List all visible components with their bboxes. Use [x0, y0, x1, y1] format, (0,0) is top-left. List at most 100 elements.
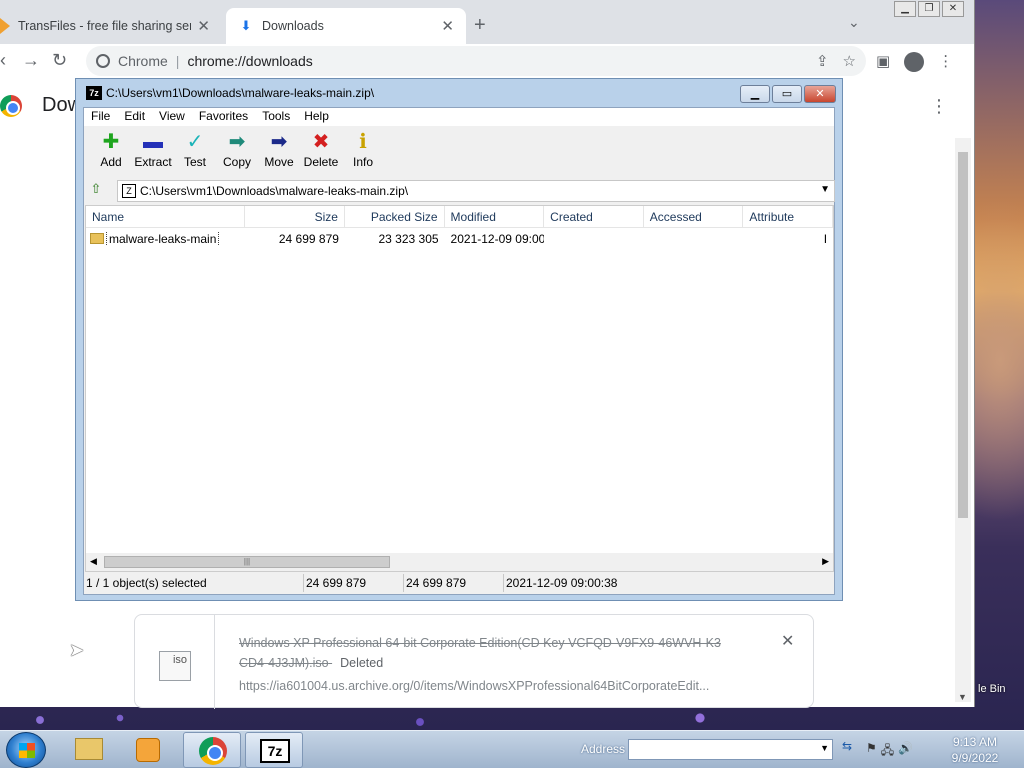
- volume-icon[interactable]: 🔊: [898, 741, 913, 762]
- dropdown-arrow-icon[interactable]: ▼: [820, 184, 830, 195]
- taskbar-7zip-button[interactable]: 7z: [245, 732, 303, 768]
- up-folder-icon[interactable]: ⇧: [87, 181, 105, 199]
- dropdown-arrow-icon[interactable]: ▼: [820, 743, 829, 753]
- tab-label: TransFiles - free file sharing servi: [18, 19, 192, 33]
- column-created[interactable]: Created: [544, 206, 644, 227]
- taskbar-chrome-button[interactable]: [183, 732, 241, 768]
- star-icon[interactable]: ☆: [843, 52, 856, 70]
- taskbar-explorer-button[interactable]: [60, 732, 118, 768]
- scroll-left-arrow-icon[interactable]: ◀: [90, 556, 97, 567]
- chevron-down-icon[interactable]: ⌄: [848, 14, 860, 31]
- menu-kebab-icon[interactable]: ⋮: [938, 52, 953, 72]
- minimize-button[interactable]: ▁: [740, 85, 770, 103]
- table-row[interactable]: malware-leaks-main 24 699 879 23 323 305…: [86, 228, 833, 250]
- page-scrollbar[interactable]: ▼: [955, 138, 971, 702]
- chrome-icon: [199, 737, 227, 765]
- close-button[interactable]: ✕: [804, 85, 836, 103]
- copy-button[interactable]: ➡ Copy: [216, 129, 258, 169]
- sevenzip-titlebar[interactable]: 7z C:\Users\vm1\Downloads\malware-leaks-…: [76, 79, 842, 107]
- column-attributes[interactable]: Attribute: [743, 206, 834, 227]
- info-label: Info: [352, 155, 373, 169]
- horizontal-scrollbar[interactable]: ◀ ||| ▶: [86, 553, 833, 571]
- menu-favorites[interactable]: Favorites: [192, 108, 255, 126]
- column-name[interactable]: Name: [86, 206, 246, 227]
- info-icon: ℹ: [359, 131, 367, 153]
- menu-file[interactable]: File: [84, 108, 117, 126]
- downloads-menu-icon[interactable]: ⋮: [930, 96, 948, 117]
- column-modified[interactable]: Modified: [445, 206, 545, 227]
- address-toolbar-label: Address: [581, 742, 626, 756]
- taskbar-media-player-button[interactable]: [120, 732, 178, 768]
- row-attributes: I: [823, 232, 828, 246]
- move-button[interactable]: ➡ Move: [258, 129, 300, 169]
- copy-arrow-icon: ➡: [228, 131, 246, 153]
- sevenzip-app-icon: 7z: [86, 86, 102, 100]
- close-button[interactable]: ✕: [942, 1, 964, 17]
- chrome-site-icon: [96, 54, 110, 68]
- menu-help[interactable]: Help: [297, 108, 336, 126]
- delete-button[interactable]: ✖ Delete: [300, 129, 342, 169]
- add-button[interactable]: ✚ Add: [90, 129, 132, 169]
- folder-icon: [90, 233, 104, 244]
- system-tray: ⚑ 🖧 🔊: [866, 741, 913, 762]
- tab-label: Downloads: [262, 19, 324, 33]
- recycle-bin-label[interactable]: le Bin: [978, 683, 1006, 695]
- scrollbar-thumb[interactable]: [958, 152, 968, 518]
- x-icon: ✖: [312, 131, 330, 153]
- folder-icon: [75, 738, 103, 760]
- status-packed: 24 699 879: [404, 574, 504, 592]
- path-combobox[interactable]: Z C:\Users\vm1\Downloads\malware-leaks-m…: [117, 180, 835, 202]
- column-size[interactable]: Size: [245, 206, 345, 227]
- menu-bar: File Edit View Favorites Tools Help: [84, 108, 834, 126]
- plus-icon: ✚: [102, 131, 120, 153]
- info-button[interactable]: ℹ Info: [342, 129, 384, 169]
- move-arrow-icon: ➡: [270, 131, 288, 153]
- menu-edit[interactable]: Edit: [117, 108, 152, 126]
- maximize-button[interactable]: ▭: [772, 85, 802, 103]
- back-button[interactable]: ‹: [0, 50, 6, 71]
- download-file-iconbox: iso: [135, 615, 215, 709]
- share-icon[interactable]: ⇪: [816, 52, 829, 70]
- test-button[interactable]: ✓ Test: [174, 129, 216, 169]
- menu-view[interactable]: View: [152, 108, 192, 126]
- address-toolbar-input[interactable]: ▼: [628, 739, 833, 760]
- scrollbar-thumb[interactable]: |||: [104, 556, 390, 568]
- forward-button[interactable]: →: [22, 50, 40, 71]
- row-name-cell: malware-leaks-main: [86, 232, 245, 246]
- column-packed-size[interactable]: Packed Size: [345, 206, 445, 227]
- row-packed: 23 323 305: [378, 232, 439, 246]
- scroll-down-arrow-icon[interactable]: ▼: [958, 692, 967, 702]
- new-tab-button[interactable]: +: [474, 14, 486, 37]
- profile-avatar-icon[interactable]: [904, 52, 925, 72]
- minimize-button[interactable]: ▁: [894, 1, 916, 17]
- sevenzip-window: 7z C:\Users\vm1\Downloads\malware-leaks-…: [75, 78, 843, 601]
- download-url[interactable]: https://ia601004.us.archive.org/0/items/…: [239, 679, 709, 693]
- scroll-right-arrow-icon[interactable]: ▶: [822, 556, 829, 567]
- omnibox-site-label: Chrome: [118, 53, 168, 69]
- omnibox[interactable]: Chrome | chrome://downloads ⇪ ☆: [86, 46, 866, 76]
- download-filename[interactable]: Windows XP Professional 64-bit Corporate…: [239, 633, 749, 673]
- go-arrow-icon[interactable]: ⇆: [837, 739, 857, 759]
- side-panel-icon[interactable]: ▣: [876, 52, 890, 72]
- chrome-toolbar: ‹ → ↻ Chrome | chrome://downloads ⇪ ☆ ▣ …: [0, 44, 974, 78]
- extract-button[interactable]: ▬ Extract: [132, 129, 174, 169]
- row-name: malware-leaks-main: [106, 232, 220, 246]
- reload-button[interactable]: ↻: [52, 50, 67, 71]
- tab-transfiles[interactable]: TransFiles - free file sharing servi ✕: [0, 8, 222, 44]
- tab-close-icon[interactable]: ✕: [441, 17, 454, 35]
- column-accessed[interactable]: Accessed: [644, 206, 744, 227]
- action-center-icon[interactable]: ⚑: [866, 741, 877, 762]
- toolbar: ✚ Add ▬ Extract ✓ Test ➡ Copy ➡ Move ✖ D…: [84, 126, 834, 179]
- maximize-button[interactable]: ❐: [918, 1, 940, 17]
- network-icon[interactable]: 🖧: [881, 741, 894, 762]
- remove-download-close-icon[interactable]: ✕: [781, 631, 794, 651]
- system-clock[interactable]: 9:13 AM 9/9/2022: [940, 734, 1010, 766]
- download-status: Deleted: [340, 656, 384, 670]
- tab-close-icon[interactable]: ✕: [197, 17, 210, 35]
- start-button[interactable]: [6, 732, 46, 768]
- transfiles-favicon-icon: [0, 18, 10, 34]
- test-label: Test: [183, 155, 206, 169]
- clock-date: 9/9/2022: [951, 751, 999, 765]
- tab-downloads[interactable]: ⬇ Downloads ✕: [226, 8, 466, 44]
- menu-tools[interactable]: Tools: [255, 108, 297, 126]
